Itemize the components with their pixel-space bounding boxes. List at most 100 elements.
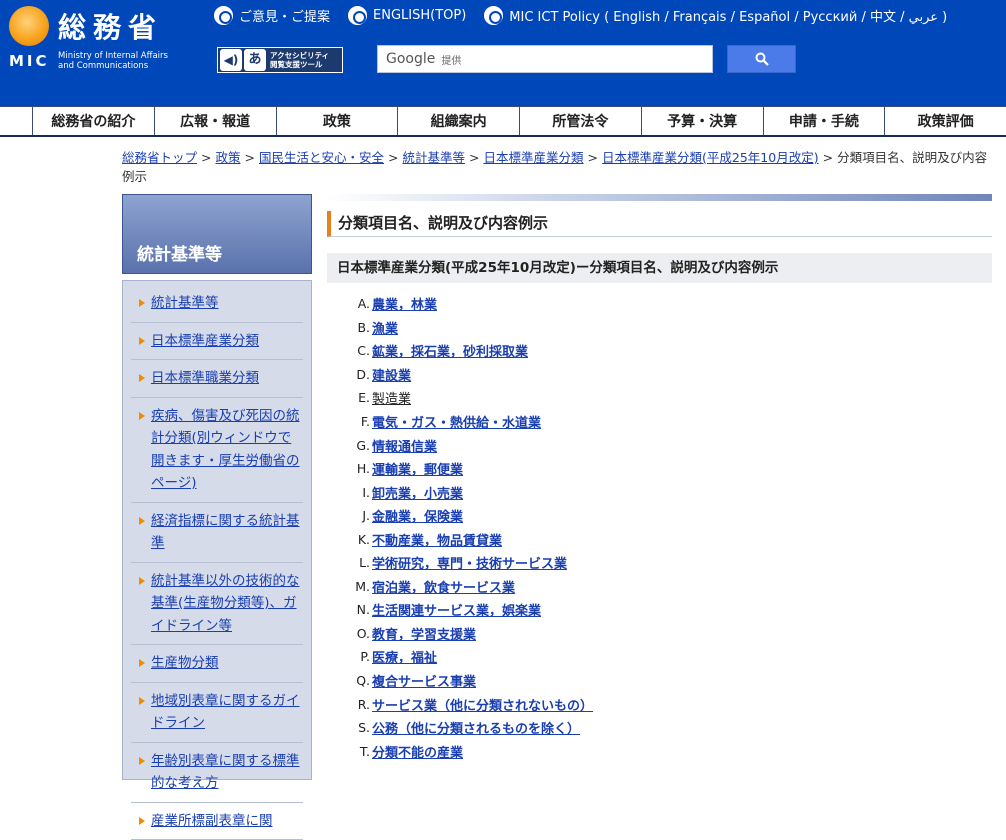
logo-en-line1: Ministry of Internal Affairs [58,51,168,61]
search-button[interactable] [727,45,796,73]
category-link[interactable]: サービス業（他に分類されないもの） [372,695,593,714]
section-subtitle: 日本標準産業分類(平成25年10月改定)ー分類項目名、説明及び内容例示 [327,253,992,283]
category-link[interactable]: 情報通信業 [372,436,437,455]
sidebar-item-link[interactable]: 統計基準等 [151,295,219,311]
list-item: P.医療，福祉 [327,645,992,669]
breadcrumb-link[interactable]: 政策 [216,150,241,165]
list-item: T.分類不能の産業 [327,739,992,763]
list-item: F.電気・ガス・熱供給・水道業 [327,410,992,434]
sidebar-item: 経済指標に関する統計基準 [131,503,303,563]
category-link[interactable]: 電気・ガス・熱供給・水道業 [372,412,541,431]
category-link[interactable]: 製造業 [372,388,411,407]
category-link[interactable]: 卸売業，小売業 [372,483,463,502]
breadcrumb-link[interactable]: 国民生活と安心・安全 [259,150,384,165]
accessibility-tool-button[interactable]: ◀) あ アクセシビリティ 閲覧支援ツール [217,47,343,73]
category-letter: T. [327,744,372,759]
gnav-evaluation[interactable]: 政策評価 [884,107,1006,135]
category-link[interactable]: 公務（他に分類されるものを除く） [372,718,580,737]
breadcrumb-separator: > [245,150,255,165]
category-link[interactable]: 分類不能の産業 [372,742,463,761]
gnav-policy[interactable]: 政策 [276,107,398,135]
sidebar-title: 統計基準等 [137,240,222,265]
category-link[interactable]: 不動産業，物品賃貸業 [372,530,502,549]
list-item: K.不動産業，物品賃貸業 [327,527,992,551]
list-item: M.宿泊業，飲食サービス業 [327,575,992,599]
list-item: L.学術研究，専門・技術サービス業 [327,551,992,575]
breadcrumb-link[interactable]: 総務省トップ [122,150,197,165]
opinion-link[interactable]: ご意見・ご提案 [214,6,330,25]
sidebar-item-link[interactable]: 日本標準職業分類 [151,370,259,386]
category-link[interactable]: 複合サービス事業 [372,671,476,690]
list-item: Q.複合サービス事業 [327,669,992,693]
site-logo-text[interactable]: 総務省 [58,6,163,46]
google-brand-text: Google [386,51,435,67]
sidebar-item: 生産物分類 [131,645,303,683]
gnav-laws[interactable]: 所管法令 [519,107,641,135]
sidebar-item: 産業所標副表章に関 [131,803,303,840]
list-item: I.卸売業，小売業 [327,480,992,504]
gnav-budget[interactable]: 予算・決算 [641,107,763,135]
english-top-link[interactable]: ENGLISH(TOP) [348,6,466,25]
gnav-about[interactable]: 総務省の紹介 [32,107,154,135]
list-item: A.農業，林業 [327,292,992,316]
category-link[interactable]: 農業，林業 [372,294,437,313]
ict-policy-link-label: MIC ICT Policy ( English / Français / Es… [509,6,947,25]
breadcrumb-separator: > [201,150,211,165]
sidebar-item-link[interactable]: 地域別表章に関するガイドライン [151,693,300,732]
accessibility-line2: 閲覧支援ツール [270,60,329,69]
sidebar-item-link[interactable]: 年齢別表章に関する標準的な考え方 [151,753,300,792]
category-letter: D. [327,367,372,382]
breadcrumb-link[interactable]: 日本標準産業分類(平成25年10月改定) [602,150,819,165]
sidebar-item-link[interactable]: 統計基準以外の技術的な基準(生産物分類等)、ガイドライン等 [151,573,300,634]
category-link[interactable]: 学術研究，専門・技術サービス業 [372,553,567,572]
category-link[interactable]: 漁業 [372,318,398,337]
gnav-organization[interactable]: 組織案内 [397,107,519,135]
sidebar-nav: 統計基準等 日本標準産業分類 日本標準職業分類 疾病、傷害及び死因の統計分類(別… [122,280,312,780]
english-top-link-label: ENGLISH(TOP) [373,8,466,23]
breadcrumb-separator: > [823,150,833,165]
mic-logo-icon[interactable] [9,6,49,46]
ict-policy-link[interactable]: MIC ICT Policy ( English / Français / Es… [484,6,947,25]
google-provided-text: 提供 [441,52,461,67]
list-item: H.運輸業，郵便業 [327,457,992,481]
category-letter: F. [327,414,372,429]
logo-en-line2: and Communications [58,61,168,71]
category-link[interactable]: 金融業，保険業 [372,506,463,525]
category-letter: O. [327,626,372,641]
category-link[interactable]: 宿泊業，飲食サービス業 [372,577,515,596]
breadcrumb-link[interactable]: 日本標準産業分類 [484,150,584,165]
category-link[interactable]: 運輸業，郵便業 [372,459,463,478]
search-input[interactable]: Google 提供 [377,45,713,73]
circle-bullet-icon [214,6,233,25]
search-icon [755,52,769,66]
category-letter: G. [327,438,372,453]
category-letter: J. [327,508,372,523]
sidebar-item-link[interactable]: 産業所標副表章に関 [151,813,273,829]
category-link[interactable]: 生活関連サービス業，娯楽業 [372,600,541,619]
sidebar-item: 地域別表章に関するガイドライン [131,683,303,743]
category-letter: I. [327,485,372,500]
list-item: N.生活関連サービス業，娯楽業 [327,598,992,622]
list-item: O.教育，学習支援業 [327,622,992,646]
sidebar-item: 日本標準職業分類 [131,360,303,398]
category-link[interactable]: 建設業 [372,365,411,384]
sidebar-item-link[interactable]: 生産物分類 [151,655,219,671]
category-letter: H. [327,461,372,476]
list-item: G.情報通信業 [327,433,992,457]
breadcrumb-separator: > [469,150,479,165]
category-link[interactable]: 医療，福祉 [372,647,437,666]
gnav-applications[interactable]: 申請・手続 [763,107,885,135]
sidebar-item: 年齢別表章に関する標準的な考え方 [131,743,303,803]
sidebar-item-link[interactable]: 疾病、傷害及び死因の統計分類(別ウィンドウで開きます・厚生労働省のページ) [151,408,300,492]
gnav-press[interactable]: 広報・報道 [154,107,276,135]
category-link[interactable]: 鉱業，採石業，砂利採取業 [372,341,528,360]
category-link[interactable]: 教育，学習支援業 [372,624,476,643]
sidebar-item-link[interactable]: 日本標準産業分類 [151,333,259,349]
list-item: B.漁業 [327,316,992,340]
list-item: R.サービス業（他に分類されないもの） [327,692,992,716]
breadcrumb-link[interactable]: 統計基準等 [403,150,466,165]
sidebar-item: 統計基準等 [131,285,303,323]
sidebar-item-link[interactable]: 経済指標に関する統計基準 [151,513,300,552]
site-logo-abbr[interactable]: MIC [9,52,50,70]
category-letter: Q. [327,673,372,688]
